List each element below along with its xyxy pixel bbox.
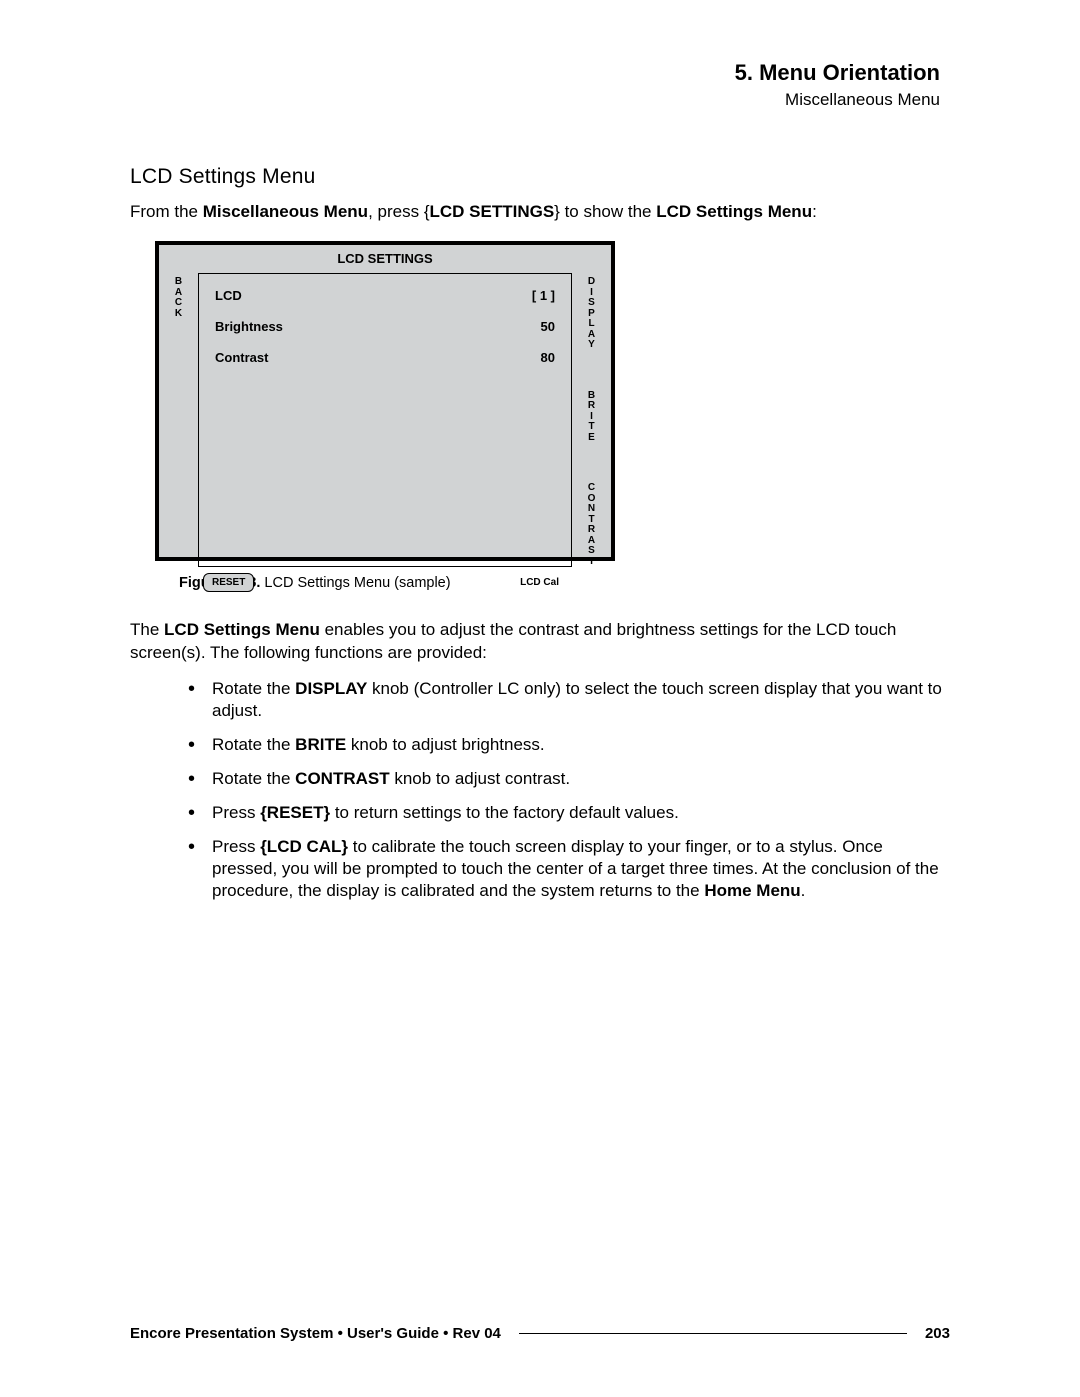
text: . xyxy=(801,881,806,900)
lcd-row-label: Contrast xyxy=(215,350,268,365)
contrast-knob-label[interactable]: C O N T R A S T xyxy=(572,483,611,567)
text: } to show the xyxy=(554,202,656,221)
text-bold: LCD SETTINGS xyxy=(430,202,555,221)
text-bold: LCD Settings Menu xyxy=(164,620,320,639)
reset-button[interactable]: RESET xyxy=(203,573,254,592)
section-title: LCD Settings Menu xyxy=(130,165,950,189)
lcd-row-label: Brightness xyxy=(215,319,283,334)
text: : xyxy=(812,202,817,221)
lcd-figure: LCD SETTINGS B A C K LCD [ 1 ] Brightnes… xyxy=(155,241,950,591)
text-bold: {LCD CAL} xyxy=(260,837,348,856)
text: Rotate the xyxy=(212,769,295,788)
list-item: Rotate the DISPLAY knob (Controller LC o… xyxy=(188,678,950,722)
text: Press xyxy=(212,837,260,856)
list-item: Rotate the CONTRAST knob to adjust contr… xyxy=(188,768,950,790)
text-bold: BRITE xyxy=(295,735,346,754)
page-number: 203 xyxy=(925,1325,950,1342)
text: knob to adjust contrast. xyxy=(390,769,571,788)
text: knob to adjust brightness. xyxy=(346,735,544,754)
text: From the xyxy=(130,202,203,221)
lcd-panel: LCD SETTINGS B A C K LCD [ 1 ] Brightnes… xyxy=(155,241,615,561)
lcd-row: LCD [ 1 ] xyxy=(215,288,555,303)
text: The xyxy=(130,620,164,639)
list-item: Press {LCD CAL} to calibrate the touch s… xyxy=(188,836,950,902)
lcd-row: Contrast 80 xyxy=(215,350,555,365)
text-bold: CONTRAST xyxy=(295,769,389,788)
page-header: 5. Menu Orientation Miscellaneous Menu xyxy=(130,60,940,110)
text-bold: {RESET} xyxy=(260,803,330,822)
chapter-title: 5. Menu Orientation xyxy=(130,60,940,86)
footer-rule xyxy=(519,1333,907,1334)
description-paragraph: The LCD Settings Menu enables you to adj… xyxy=(130,619,950,663)
lcd-body: LCD [ 1 ] Brightness 50 Contrast 80 xyxy=(199,273,571,567)
lcd-row-label: LCD xyxy=(215,288,242,303)
lcd-row-value: [ 1 ] xyxy=(532,288,555,303)
text: Press xyxy=(212,803,260,822)
lcd-row: Brightness 50 xyxy=(215,319,555,334)
text: Rotate the xyxy=(212,679,295,698)
intro-paragraph: From the Miscellaneous Menu, press {LCD … xyxy=(130,201,950,223)
list-item: Press {RESET} to return settings to the … xyxy=(188,802,950,824)
text-bold: Home Menu xyxy=(704,881,800,900)
lcd-row-value: 80 xyxy=(541,350,555,365)
lcd-left-column: B A C K xyxy=(159,273,199,567)
lcd-bottom-row: RESET LCD Cal xyxy=(159,567,611,603)
lcd-row-value: 50 xyxy=(541,319,555,334)
breadcrumb: Miscellaneous Menu xyxy=(130,90,940,110)
text-bold: Miscellaneous Menu xyxy=(203,202,368,221)
list-item: Rotate the BRITE knob to adjust brightne… xyxy=(188,734,950,756)
display-knob-label[interactable]: D I S P L A Y xyxy=(572,277,611,351)
back-button[interactable]: B A C K xyxy=(173,277,185,319)
page-footer: Encore Presentation System • User's Guid… xyxy=(130,1325,950,1342)
lcd-right-column: D I S P L A Y B R I T E C O N T R A S T xyxy=(571,273,611,567)
lcd-cal-button[interactable]: LCD Cal xyxy=(512,574,567,591)
text: to return settings to the factory defaul… xyxy=(330,803,679,822)
text-bold: DISPLAY xyxy=(295,679,367,698)
bullet-list: Rotate the DISPLAY knob (Controller LC o… xyxy=(188,678,950,903)
lcd-panel-title: LCD SETTINGS xyxy=(159,245,611,273)
text: Rotate the xyxy=(212,735,295,754)
footer-text: Encore Presentation System • User's Guid… xyxy=(130,1325,501,1342)
text-bold: LCD Settings Menu xyxy=(656,202,812,221)
brite-knob-label[interactable]: B R I T E xyxy=(572,391,611,444)
text: , press { xyxy=(368,202,429,221)
